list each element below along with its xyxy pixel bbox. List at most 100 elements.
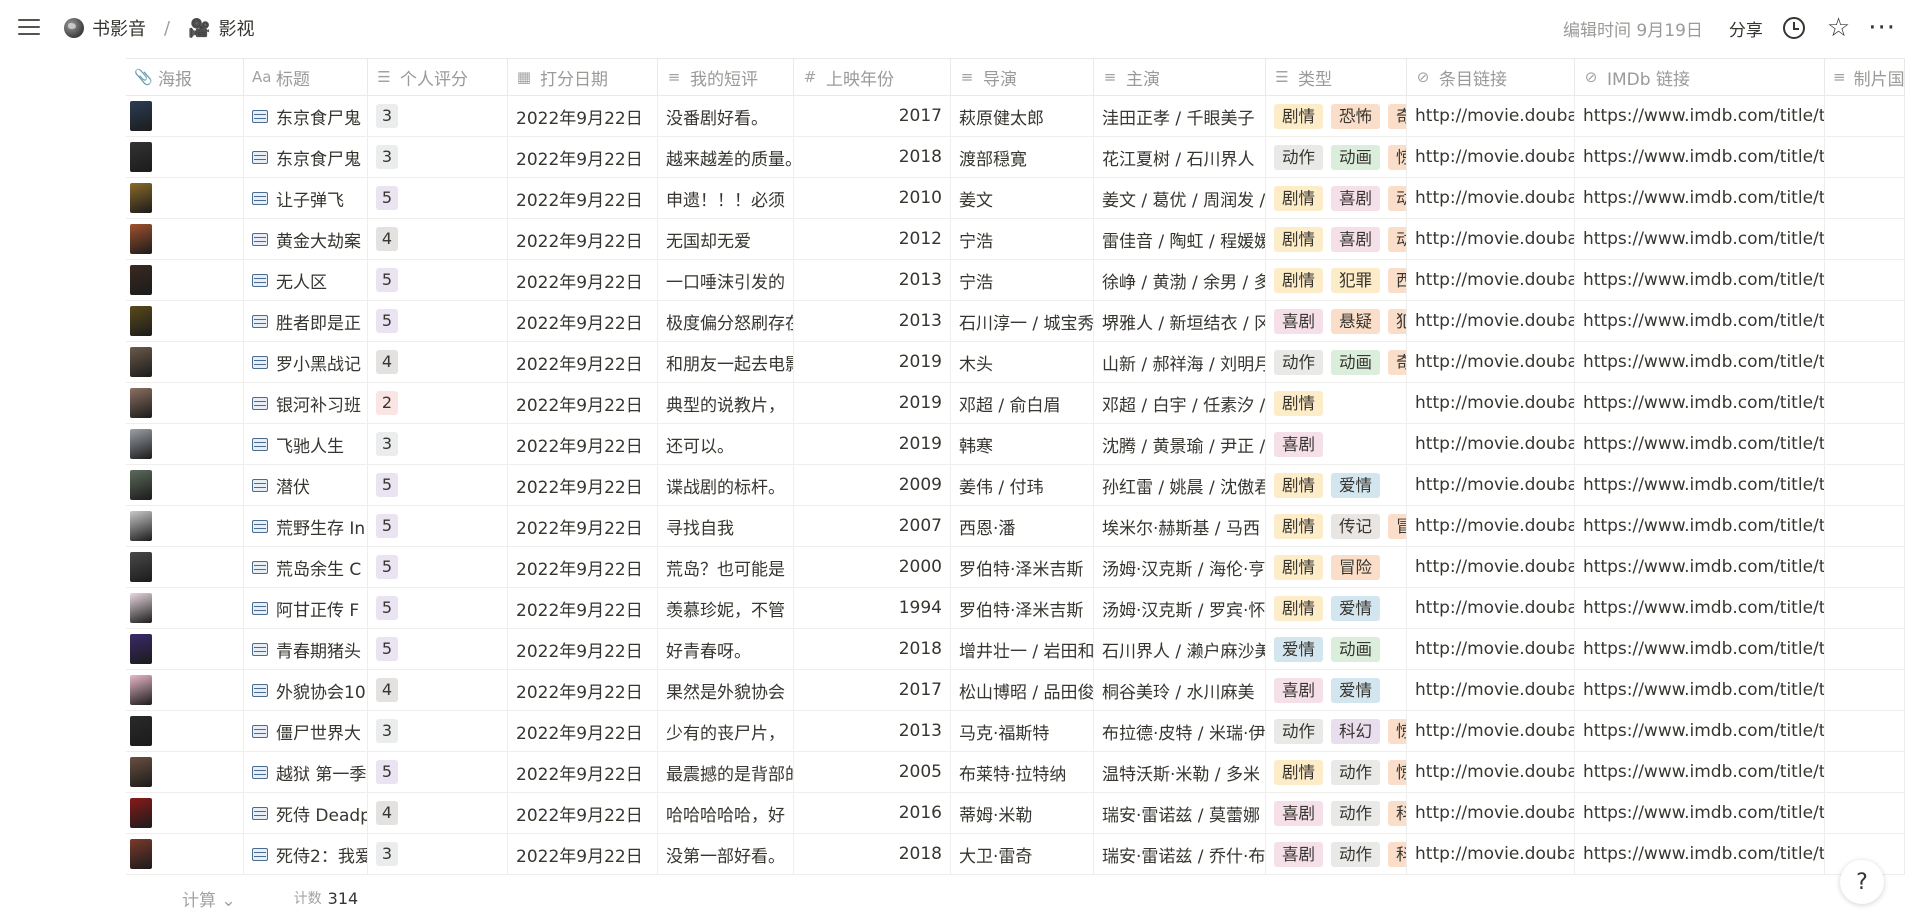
- table-row[interactable]: 死侍2：我爱 3 2022年9月22日 没第一部好看。 2018 大卫·雷奇 瑞安·雷诺兹 …: [126, 834, 1905, 875]
- year-cell[interactable]: 1994: [794, 588, 951, 628]
- review-cell[interactable]: 没番剧好看。: [658, 96, 794, 136]
- country-cell[interactable]: [1825, 711, 1905, 751]
- country-cell[interactable]: [1825, 219, 1905, 259]
- table-row[interactable]: 飞驰人生 3 2022年9月22日 还可以。 2019 韩寒 沈腾 / 黄景瑜 / 尹正 /…: [126, 424, 1905, 465]
- poster-thumbnail[interactable]: [130, 757, 152, 787]
- imdb-link[interactable]: https://www.imdb.com/title/tt5: [1583, 844, 1824, 864]
- date-cell[interactable]: 2022年9月22日: [508, 219, 658, 259]
- title-cell[interactable]: 荒野生存 In: [244, 506, 368, 546]
- genre-cell[interactable]: 剧情动作惊: [1266, 752, 1407, 792]
- rating-cell[interactable]: 5: [368, 301, 508, 341]
- poster-thumbnail[interactable]: [130, 839, 152, 869]
- review-cell[interactable]: 还可以。: [658, 424, 794, 464]
- rating-cell[interactable]: 4: [368, 219, 508, 259]
- date-cell[interactable]: 2022年9月22日: [508, 96, 658, 136]
- imdb-link[interactable]: https://www.imdb.com/title/tt0: [1583, 721, 1824, 741]
- breadcrumb-page[interactable]: 🎥 影视: [184, 13, 258, 43]
- poster-cell[interactable]: [126, 629, 244, 669]
- title-cell[interactable]: 让子弹飞: [244, 178, 368, 218]
- douban-link[interactable]: http://movie.douban: [1415, 352, 1574, 372]
- country-cell[interactable]: [1825, 465, 1905, 505]
- country-cell[interactable]: [1825, 301, 1905, 341]
- imdb-link-cell[interactable]: https://www.imdb.com/title/tt1: [1575, 260, 1825, 300]
- douban-link[interactable]: http://movie.douban: [1415, 270, 1574, 290]
- table-row[interactable]: 潜伏 5 2022年9月22日 谍战剧的标杆。 2009 姜伟 / 付玮 孙红雷 / 姚晨 …: [126, 465, 1905, 506]
- imdb-link-cell[interactable]: https://www.imdb.com/title/tt1: [1575, 342, 1825, 382]
- help-button[interactable]: ?: [1840, 860, 1884, 904]
- director-cell[interactable]: 姜文: [951, 178, 1094, 218]
- more-icon[interactable]: ···: [1868, 15, 1896, 41]
- douban-link-cell[interactable]: http://movie.douban: [1407, 465, 1575, 505]
- table-row[interactable]: 阿甘正传 F 5 2022年9月22日 羡慕珍妮，不管 1994 罗伯特·泽米吉斯 汤姆·汉…: [126, 588, 1905, 629]
- poster-cell[interactable]: [126, 793, 244, 833]
- country-cell[interactable]: [1825, 752, 1905, 792]
- director-cell[interactable]: 石川淳一 / 城宝秀: [951, 301, 1094, 341]
- poster-cell[interactable]: [126, 588, 244, 628]
- year-cell[interactable]: 2007: [794, 506, 951, 546]
- rating-cell[interactable]: 5: [368, 506, 508, 546]
- douban-link[interactable]: http://movie.douban: [1415, 557, 1574, 577]
- country-cell[interactable]: [1825, 260, 1905, 300]
- year-cell[interactable]: 2017: [794, 96, 951, 136]
- star-icon[interactable]: ☆: [1827, 15, 1850, 41]
- genre-cell[interactable]: 动作动画奇: [1266, 342, 1407, 382]
- cast-cell[interactable]: 山新 / 郝祥海 / 刘明月: [1094, 342, 1266, 382]
- year-cell[interactable]: 2000: [794, 547, 951, 587]
- column-header-cast[interactable]: ≡ 主演: [1094, 59, 1266, 95]
- imdb-link[interactable]: https://www.imdb.com/title/tt0: [1583, 598, 1824, 618]
- imdb-link[interactable]: https://www.imdb.com/title/tt5: [1583, 106, 1824, 126]
- imdb-link-cell[interactable]: https://www.imdb.com/title/tt8: [1575, 629, 1825, 669]
- table-row[interactable]: 无人区 5 2022年9月22日 一口唾沫引发的 2013 宁浩 徐峥 / 黄渤 / 余男 …: [126, 260, 1905, 301]
- clock-icon[interactable]: [1782, 17, 1805, 39]
- poster-cell[interactable]: [126, 260, 244, 300]
- review-cell[interactable]: 果然是外貌协会: [658, 670, 794, 710]
- review-cell[interactable]: 典型的说教片，: [658, 383, 794, 423]
- rating-cell[interactable]: 5: [368, 588, 508, 628]
- imdb-link[interactable]: https://www.imdb.com/title/tt2: [1583, 229, 1824, 249]
- imdb-link-cell[interactable]: https://www.imdb.com/title/tt1: [1575, 178, 1825, 218]
- menu-icon[interactable]: [18, 14, 42, 40]
- column-header-genre[interactable]: ☰ 类型: [1266, 59, 1407, 95]
- table-row[interactable]: 荒岛余生 C 5 2022年9月22日 荒岛？也可能是 2000 罗伯特·泽米吉斯 汤姆·汉…: [126, 547, 1905, 588]
- douban-link-cell[interactable]: http://movie.douban: [1407, 547, 1575, 587]
- country-cell[interactable]: [1825, 424, 1905, 464]
- table-row[interactable]: 荒野生存 In 5 2022年9月22日 寻找自我 2007 西恩·潘 埃米尔·赫斯基 / …: [126, 506, 1905, 547]
- date-cell[interactable]: 2022年9月22日: [508, 383, 658, 423]
- poster-cell[interactable]: [126, 506, 244, 546]
- country-cell[interactable]: [1825, 588, 1905, 628]
- share-button[interactable]: 分享: [1729, 16, 1763, 41]
- poster-cell[interactable]: [126, 137, 244, 177]
- review-cell[interactable]: 最震撼的是背部的: [658, 752, 794, 792]
- douban-link[interactable]: http://movie.douban: [1415, 106, 1574, 126]
- imdb-link[interactable]: https://www.imdb.com/title/tt1: [1583, 393, 1824, 413]
- poster-cell[interactable]: [126, 219, 244, 259]
- review-cell[interactable]: 没第一部好看。: [658, 834, 794, 874]
- year-cell[interactable]: 2018: [794, 629, 951, 669]
- rating-cell[interactable]: 5: [368, 752, 508, 792]
- title-cell[interactable]: 青春期猪头: [244, 629, 368, 669]
- rating-cell[interactable]: 5: [368, 465, 508, 505]
- imdb-link-cell[interactable]: https://www.imdb.com/title/tt5: [1575, 96, 1825, 136]
- year-cell[interactable]: 2013: [794, 301, 951, 341]
- title-cell[interactable]: 僵尸世界大: [244, 711, 368, 751]
- review-cell[interactable]: 一口唾沫引发的: [658, 260, 794, 300]
- cast-cell[interactable]: 沈腾 / 黄景瑜 / 尹正 /: [1094, 424, 1266, 464]
- title-cell[interactable]: 外貌协会10: [244, 670, 368, 710]
- rating-cell[interactable]: 5: [368, 547, 508, 587]
- genre-cell[interactable]: 喜剧: [1266, 424, 1407, 464]
- poster-cell[interactable]: [126, 752, 244, 792]
- cast-cell[interactable]: 汤姆·汉克斯 / 罗宾·怀: [1094, 588, 1266, 628]
- date-cell[interactable]: 2022年9月22日: [508, 834, 658, 874]
- genre-cell[interactable]: 剧情传记冒: [1266, 506, 1407, 546]
- poster-thumbnail[interactable]: [130, 552, 152, 582]
- table-row[interactable]: 罗小黑战记 4 2022年9月22日 和朋友一起去电影 2019 木头 山新 / 郝祥海 /…: [126, 342, 1905, 383]
- douban-link[interactable]: http://movie.douban: [1415, 598, 1574, 618]
- imdb-link[interactable]: https://www.imdb.com/title/tt6: [1583, 680, 1824, 700]
- poster-cell[interactable]: [126, 96, 244, 136]
- rating-cell[interactable]: 2: [368, 383, 508, 423]
- director-cell[interactable]: 渡部穏寛: [951, 137, 1094, 177]
- douban-link[interactable]: http://movie.douban: [1415, 803, 1574, 823]
- table-row[interactable]: 东京食尸鬼 3 2022年9月22日 没番剧好看。 2017 萩原健太郎 洼田正孝 / 千眼…: [126, 96, 1905, 137]
- title-cell[interactable]: 胜者即是正: [244, 301, 368, 341]
- column-header-poster[interactable]: 📎 海报: [126, 59, 244, 95]
